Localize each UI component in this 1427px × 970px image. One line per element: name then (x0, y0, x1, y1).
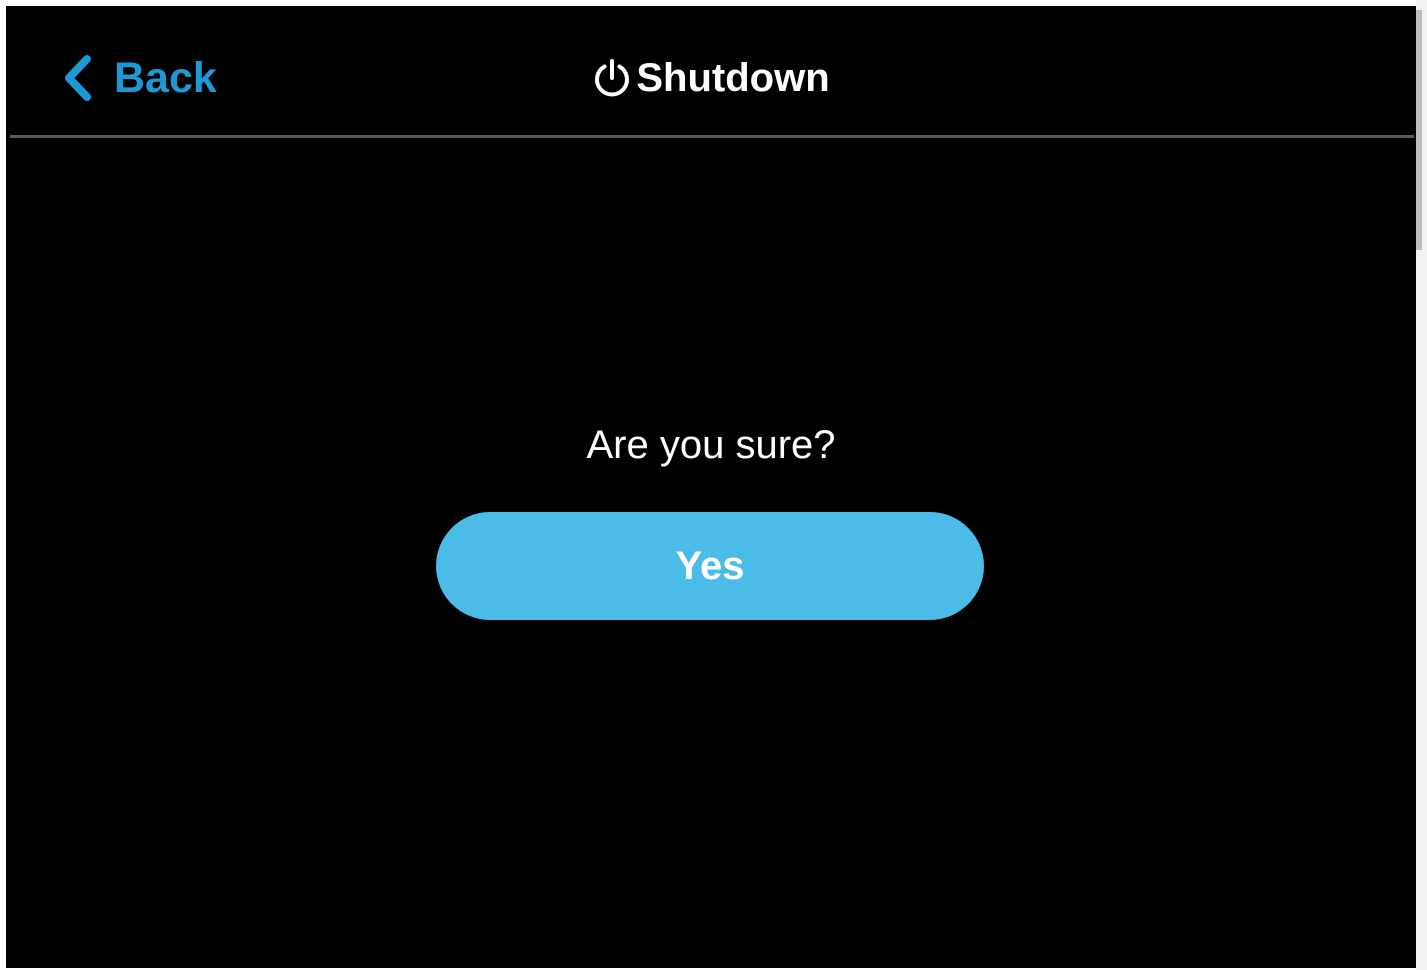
scrollbar-thumb[interactable] (1416, 10, 1422, 250)
header-divider (10, 135, 1414, 138)
confirm-question: Are you sure? (586, 423, 836, 467)
page-title-wrap: Shutdown (6, 48, 1416, 108)
window-edge (1416, 0, 1427, 970)
page-title: Shutdown (636, 56, 830, 100)
header-bar: Back Shutdown (6, 6, 1416, 136)
yes-button[interactable]: Yes (436, 512, 984, 620)
power-icon (592, 58, 632, 98)
shutdown-screen: Back Shutdown Are you sure? Yes (6, 6, 1416, 968)
